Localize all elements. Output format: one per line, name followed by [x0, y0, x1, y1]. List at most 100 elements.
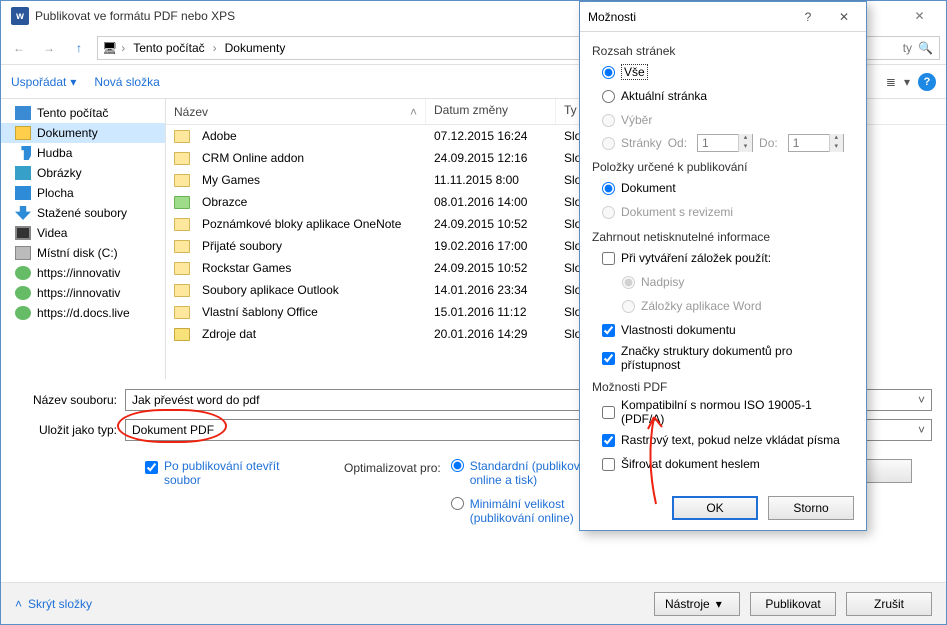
new-folder-button[interactable]: Nová složka: [94, 75, 159, 89]
modal-ok-button[interactable]: OK: [672, 496, 758, 520]
tree-item-label: Tento počítač: [37, 106, 108, 120]
pc-icon: 🖥: [102, 41, 117, 55]
net-icon: [15, 306, 31, 320]
folder-icon: [174, 218, 190, 231]
pc-icon: [15, 106, 31, 120]
range-all-radio[interactable]: Vše: [592, 62, 854, 82]
file-date: 24.09.2015 12:16: [426, 151, 556, 165]
chevron-down-icon: ▾: [904, 75, 910, 89]
range-current-radio[interactable]: Aktuální stránka: [592, 86, 854, 106]
folder-icon: [174, 152, 190, 165]
net-icon: [15, 286, 31, 300]
chevron-down-icon[interactable]: ˅: [918, 393, 925, 407]
modal-help-icon[interactable]: ?: [794, 10, 822, 24]
group-publish-items: Položky určené k publikování: [592, 160, 854, 174]
col-name[interactable]: Název ˄: [166, 99, 426, 124]
folder-tree[interactable]: Tento počítač Dokumenty Hudba Obrázky Plocha…: [1, 99, 166, 379]
breadcrumb-segment[interactable]: Tento počítač: [129, 41, 208, 55]
organize-button[interactable]: Uspořádat ▾: [11, 75, 76, 89]
tree-item[interactable]: Hudba: [1, 143, 165, 163]
folder-icon: [174, 174, 190, 187]
col-date[interactable]: Datum změny: [426, 99, 556, 124]
tree-item[interactable]: https://innovativ: [1, 263, 165, 283]
folder-icon: [174, 240, 190, 253]
file-date: 14.01.2016 23:34: [426, 283, 556, 297]
chevron-down-icon[interactable]: ˅: [918, 423, 925, 437]
tree-item[interactable]: Obrázky: [1, 163, 165, 183]
file-name: Zdroje dat: [202, 327, 256, 341]
chevron-down-icon: ▾: [70, 75, 76, 89]
music-icon: [15, 146, 31, 160]
file-name: Poznámkové bloky aplikace OneNote: [202, 217, 401, 231]
desk-icon: [15, 186, 31, 200]
tree-item-label: Videa: [37, 226, 67, 240]
help-icon[interactable]: ?: [918, 73, 936, 91]
up-arrow-icon[interactable]: ↑: [67, 36, 91, 60]
back-arrow-icon[interactable]: ←: [7, 36, 31, 60]
struct-tags-checkbox[interactable]: Značky struktury dokumentů pro přístupno…: [592, 344, 854, 372]
tree-item[interactable]: Plocha: [1, 183, 165, 203]
tree-item-label: Obrázky: [37, 166, 82, 180]
file-name: My Games: [202, 173, 260, 187]
breadcrumb-segment[interactable]: Dokumenty: [221, 41, 290, 55]
folder-icon: [174, 262, 190, 275]
search-input[interactable]: ty 🔍: [860, 36, 940, 60]
folder-icon: [174, 284, 190, 297]
tree-item[interactable]: Stažené soubory: [1, 203, 165, 223]
encrypt-checkbox[interactable]: Šifrovat dokument heslem: [592, 454, 854, 474]
tree-item[interactable]: Místní disk (C:): [1, 243, 165, 263]
publish-button[interactable]: Publikovat: [750, 592, 836, 616]
modal-titlebar: Možnosti ? ✕: [580, 2, 866, 32]
modal-cancel-button[interactable]: Storno: [768, 496, 854, 520]
chevron-down-icon: ▾: [716, 593, 722, 615]
iso-checkbox[interactable]: Kompatibilní s normou ISO 19005-1 (PDF/A…: [592, 398, 854, 426]
tree-item[interactable]: https://innovativ: [1, 283, 165, 303]
bookmarks-checkbox[interactable]: Při vytváření záložek použít:: [592, 248, 854, 268]
tree-item-label: https://innovativ: [37, 266, 120, 280]
view-list-icon[interactable]: ≣: [886, 75, 896, 89]
file-name: Adobe: [202, 129, 237, 143]
tree-item-label: Dokumenty: [37, 126, 98, 140]
page-from-spinner[interactable]: 1▴▾: [697, 134, 753, 152]
tree-item-label: https://innovativ: [37, 286, 120, 300]
file-date: 07.12.2015 16:24: [426, 129, 556, 143]
file-date: 08.01.2016 14:00: [426, 195, 556, 209]
file-name: Obrazce: [202, 195, 247, 209]
tree-item[interactable]: Tento počítač: [1, 103, 165, 123]
folder-icon: [174, 328, 190, 341]
doc-icon: [15, 126, 31, 140]
file-date: 11.11.2015 8:00: [426, 173, 556, 187]
file-name: Rockstar Games: [202, 261, 291, 275]
bookmarks-word-radio: Záložky aplikace Word: [592, 296, 854, 316]
chevron-right-icon: ›: [213, 41, 217, 55]
tree-item[interactable]: https://d.docs.live: [1, 303, 165, 323]
tree-item-label: Plocha: [37, 186, 74, 200]
cancel-button[interactable]: Zrušit: [846, 592, 932, 616]
page-to-spinner[interactable]: 1▴▾: [788, 134, 844, 152]
doc-props-checkbox[interactable]: Vlastnosti dokumentu: [592, 320, 854, 340]
file-name: Vlastní šablony Office: [202, 305, 318, 319]
chevron-right-icon: ›: [121, 41, 125, 55]
tree-item[interactable]: Videa: [1, 223, 165, 243]
folder-icon: [174, 130, 190, 143]
bitmap-text-checkbox[interactable]: Rastrový text, pokud nelze vkládat písma: [592, 430, 854, 450]
hide-folders-button[interactable]: ˄ Skrýt složky: [15, 597, 92, 611]
tools-button[interactable]: Nástroje ▾: [654, 592, 740, 616]
optimize-label: Optimalizovat pro:: [344, 459, 441, 475]
file-name: Soubory aplikace Outlook: [202, 283, 339, 297]
tree-item[interactable]: Dokumenty: [1, 123, 165, 143]
group-page-range: Rozsah stránek: [592, 44, 854, 58]
options-dialog: Možnosti ? ✕ Rozsah stránek Vše Aktuální…: [579, 1, 867, 531]
range-pages-row[interactable]: Stránky Od: 1▴▾ Do: 1▴▾: [592, 134, 854, 152]
open-after-publish-checkbox[interactable]: Po publikování otevřít soubor: [145, 459, 294, 487]
forward-arrow-icon[interactable]: →: [37, 36, 61, 60]
modal-close-icon[interactable]: ✕: [830, 10, 858, 24]
file-name: Přijaté soubory: [202, 239, 282, 253]
file-date: 15.01.2016 11:12: [426, 305, 556, 319]
close-icon[interactable]: ✕: [897, 2, 942, 30]
range-selection-radio: Výběr: [592, 110, 854, 130]
file-date: 24.09.2015 10:52: [426, 217, 556, 231]
tree-item-label: Stažené soubory: [37, 206, 127, 220]
publish-document-radio[interactable]: Dokument: [592, 178, 854, 198]
group-nonprint: Zahrnout netisknutelné informace: [592, 230, 854, 244]
